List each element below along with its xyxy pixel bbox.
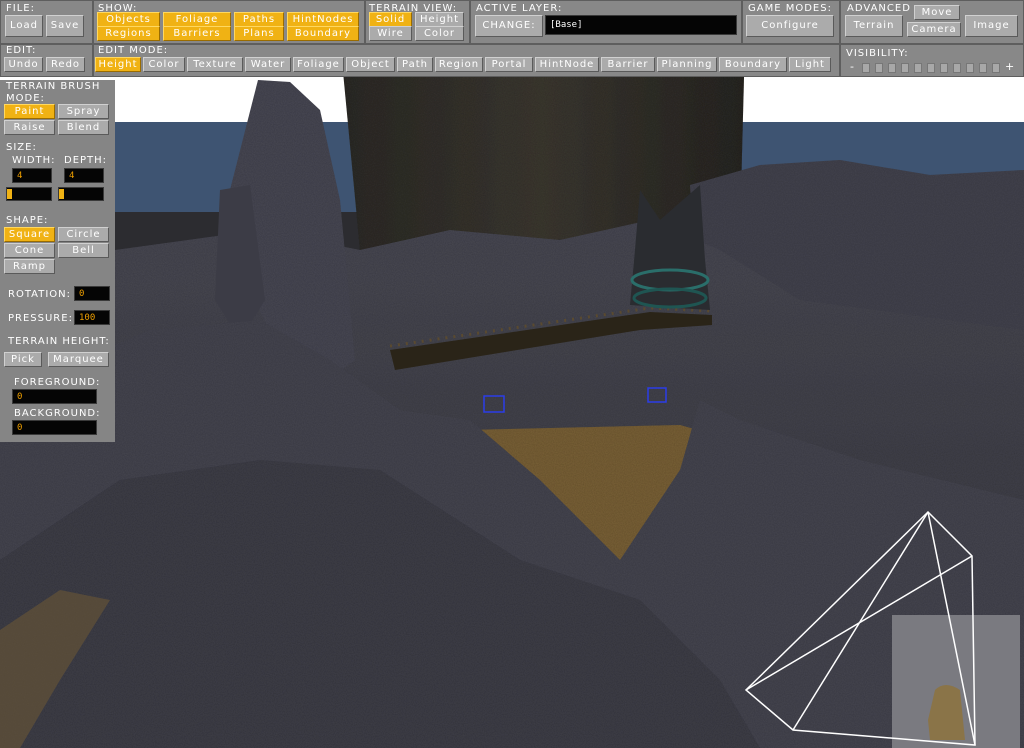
pressure-label: PRESSURE: (8, 313, 73, 324)
pick-button[interactable]: Pick (4, 352, 42, 367)
mode-foliage-button[interactable]: Foliage (293, 57, 344, 72)
size-label: SIZE: (6, 142, 37, 153)
color-view-button[interactable]: Color (415, 26, 464, 41)
move-button[interactable]: Move (914, 5, 960, 20)
background-label: BACKGROUND: (14, 408, 101, 419)
terrain-button[interactable]: Terrain (845, 15, 903, 37)
slider-handle[interactable] (7, 189, 12, 199)
brush-depth-field[interactable]: 4 (64, 168, 104, 183)
redo-button[interactable]: Redo (46, 57, 85, 72)
visibility-cell[interactable] (940, 63, 948, 73)
show-hintnodes-button[interactable]: HintNodes (287, 12, 359, 27)
advanced-panel: ADVANCED Terrain Move Camera Image (840, 0, 1024, 44)
shape-ramp-button[interactable]: Ramp (4, 259, 55, 274)
brush-width-field[interactable]: 4 (12, 168, 52, 183)
mode-region-button[interactable]: Region (435, 57, 483, 72)
mode-object-button[interactable]: Object (346, 57, 395, 72)
terrain-brush-title: TERRAIN BRUSH (6, 81, 101, 92)
show-plans-button[interactable]: Plans (234, 26, 284, 41)
edit-mode-label: EDIT MODE: (98, 45, 169, 56)
advanced-label: ADVANCED (847, 3, 911, 14)
shape-cone-button[interactable]: Cone (4, 243, 55, 258)
brush-depth-slider[interactable] (58, 187, 104, 201)
edit-mode-panel: EDIT MODE: Height Color Texture Water Fo… (93, 44, 840, 77)
marquee-button[interactable]: Marquee (48, 352, 109, 367)
edit-panel: EDIT: Undo Redo (0, 44, 93, 77)
active-layer-field[interactable]: [Base] (545, 15, 737, 35)
mode-light-button[interactable]: Light (789, 57, 831, 72)
mode-hintnode-button[interactable]: HintNode (535, 57, 599, 72)
show-barriers-button[interactable]: Barriers (163, 26, 231, 41)
rotation-field[interactable]: 0 (74, 286, 110, 301)
mode-boundary-button[interactable]: Boundary (719, 57, 787, 72)
visibility-cell[interactable] (979, 63, 987, 73)
mode-path-button[interactable]: Path (397, 57, 433, 72)
show-panel: SHOW: Objects Foliage Paths HintNodes Re… (93, 0, 365, 44)
undo-button[interactable]: Undo (4, 57, 43, 72)
visibility-cell[interactable] (901, 63, 909, 73)
mode-barrier-button[interactable]: Barrier (601, 57, 655, 72)
foreground-label: FOREGROUND: (14, 377, 101, 388)
active-layer-panel: ACTIVE LAYER: CHANGE: [Base] (470, 0, 742, 44)
game-modes-label: GAME MODES: (748, 3, 832, 14)
change-layer-button[interactable]: CHANGE: (475, 15, 543, 37)
shape-label: SHAPE: (6, 215, 49, 226)
brush-width-slider[interactable] (6, 187, 52, 201)
foreground-field[interactable]: 0 (12, 389, 97, 404)
brush-raise-button[interactable]: Raise (4, 120, 55, 135)
camera-button[interactable]: Camera (907, 22, 961, 37)
terrain-brush-panel: TERRAIN BRUSH MODE: Paint Spray Raise Bl… (0, 80, 115, 442)
rotation-label: ROTATION: (8, 289, 71, 300)
brush-paint-button[interactable]: Paint (4, 104, 55, 119)
solid-button[interactable]: Solid (369, 12, 412, 27)
visibility-cell[interactable] (927, 63, 935, 73)
file-panel: FILE: Load Save (0, 0, 93, 44)
brush-spray-button[interactable]: Spray (58, 104, 109, 119)
mode-planning-button[interactable]: Planning (657, 57, 717, 72)
mode-color-button[interactable]: Color (143, 57, 185, 72)
mode-height-button[interactable]: Height (95, 57, 141, 72)
save-button[interactable]: Save (46, 15, 84, 37)
visibility-decrease[interactable]: - (850, 60, 854, 73)
visibility-label: VISIBILITY: (846, 48, 909, 59)
slider-handle[interactable] (59, 189, 64, 199)
shape-bell-button[interactable]: Bell (58, 243, 109, 258)
game-modes-panel: GAME MODES: Configure (742, 0, 840, 44)
visibility-cell[interactable] (953, 63, 961, 73)
shape-square-button[interactable]: Square (4, 227, 55, 242)
visibility-increase[interactable]: + (1005, 60, 1014, 73)
show-paths-button[interactable]: Paths (234, 12, 284, 27)
brush-blend-button[interactable]: Blend (58, 120, 109, 135)
visibility-cell[interactable] (914, 63, 922, 73)
pressure-field[interactable]: 100 (74, 310, 110, 325)
visibility-cell[interactable] (966, 63, 974, 73)
show-objects-button[interactable]: Objects (97, 12, 160, 27)
show-boundary-button[interactable]: Boundary (287, 26, 359, 41)
mode-portal-button[interactable]: Portal (485, 57, 533, 72)
mode-texture-button[interactable]: Texture (187, 57, 243, 72)
terrain-view-panel: TERRAIN VIEW: Solid Height Wire Color (365, 0, 470, 44)
visibility-cell[interactable] (888, 63, 896, 73)
terrain-viewport[interactable] (0, 0, 1024, 748)
visibility-cell[interactable] (862, 63, 870, 73)
shape-circle-button[interactable]: Circle (58, 227, 109, 242)
edit-label: EDIT: (6, 45, 37, 56)
active-layer-label: ACTIVE LAYER: (476, 3, 563, 14)
background-field[interactable]: 0 (12, 420, 97, 435)
visibility-cell[interactable] (875, 63, 883, 73)
load-button[interactable]: Load (5, 15, 43, 37)
image-button[interactable]: Image (965, 15, 1018, 37)
mode-label: MODE: (6, 93, 45, 104)
mode-water-button[interactable]: Water (245, 57, 291, 72)
show-regions-button[interactable]: Regions (97, 26, 160, 41)
terrain-height-label: TERRAIN HEIGHT: (8, 336, 110, 347)
height-view-button[interactable]: Height (415, 12, 464, 27)
width-label: WIDTH: (12, 155, 56, 166)
show-foliage-button[interactable]: Foliage (163, 12, 231, 27)
file-label: FILE: (6, 3, 35, 14)
configure-button[interactable]: Configure (746, 15, 834, 37)
visibility-cell[interactable] (992, 63, 1000, 73)
wire-button[interactable]: Wire (369, 26, 412, 41)
depth-label: DEPTH: (64, 155, 108, 166)
